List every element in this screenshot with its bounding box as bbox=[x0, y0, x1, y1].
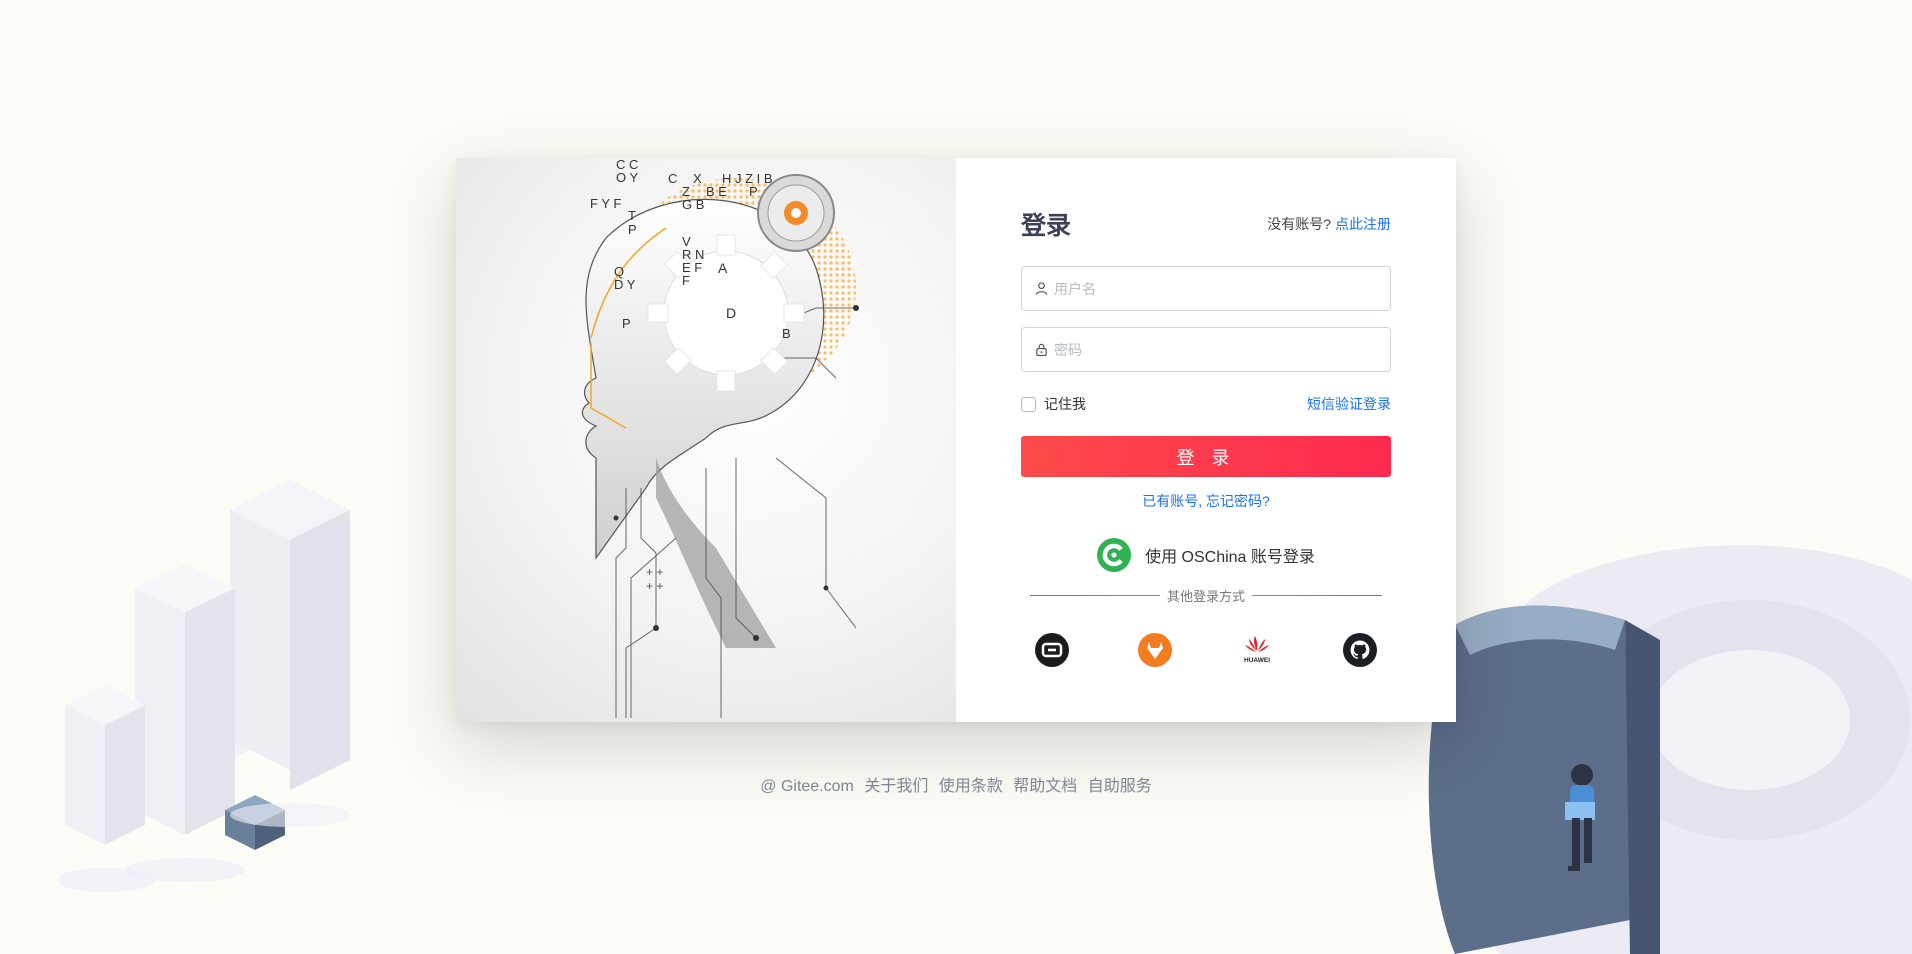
hero-letters-20: B bbox=[782, 326, 791, 341]
hero-letters-11: T bbox=[628, 208, 636, 223]
svg-text:+ +: + + bbox=[646, 565, 663, 579]
svg-text:+ +: + + bbox=[646, 579, 663, 593]
forgot-password-link[interactable]: 已有账号, 忘记密码? bbox=[1142, 493, 1270, 509]
page-footer: @ Gitee.com 关于我们 使用条款 帮助文档 自助服务 bbox=[0, 772, 1912, 796]
ring-and-person-illustration bbox=[1428, 545, 1912, 954]
ai-head-graphic: A D C C O Y C X H J Z I B Z B E P G B F … bbox=[581, 158, 859, 718]
github-login-button[interactable] bbox=[1342, 632, 1377, 672]
login-form: 登录 没有账号? 点此注册 用户名 记住我 短信验证登录 登 录 已有账号, 忘… bbox=[1021, 206, 1391, 669]
oschina-icon bbox=[1097, 538, 1132, 572]
github-icon bbox=[1342, 632, 1377, 672]
hero-letters-19: P bbox=[622, 316, 631, 331]
hero-letters-5: H J Z I B bbox=[722, 171, 773, 186]
hero-letters-8: P bbox=[749, 184, 758, 199]
hero-letters-2: O Y bbox=[616, 170, 638, 185]
isometric-blocks-illustration bbox=[60, 480, 350, 892]
password-field[interactable] bbox=[1021, 327, 1391, 372]
sms-login-link[interactable]: 短信验证登录 bbox=[1307, 394, 1391, 414]
gear-letter-d: D bbox=[726, 305, 736, 321]
footer-terms-link[interactable]: 使用条款 bbox=[939, 778, 1003, 795]
lock-icon bbox=[1034, 343, 1048, 357]
gear-letter-a: A bbox=[718, 260, 728, 276]
user-icon bbox=[1034, 282, 1048, 296]
login-options-row: 记住我 短信验证登录 bbox=[1021, 394, 1391, 414]
page-title: 登录 bbox=[1021, 212, 1072, 240]
oschina-login-label: 使用 OSChina 账号登录 bbox=[1145, 549, 1315, 566]
login-button[interactable]: 登 录 bbox=[1021, 436, 1391, 477]
footer-about-link[interactable]: 关于我们 bbox=[864, 778, 928, 795]
hero-letters-9: G B bbox=[682, 197, 704, 212]
aliyun-icon bbox=[1035, 632, 1069, 672]
hero-letters-18: D Y bbox=[614, 277, 636, 292]
register-hint: 没有账号? bbox=[1267, 216, 1331, 232]
huawei-login-button[interactable]: HUAWEI bbox=[1240, 635, 1274, 669]
huawei-icon: HUAWEI bbox=[1238, 631, 1276, 674]
username-input[interactable] bbox=[1054, 268, 1390, 309]
aliyun-login-button[interactable] bbox=[1035, 632, 1069, 672]
login-card: A D C C O Y C X H J Z I B Z B E P G B F … bbox=[456, 158, 1456, 722]
huawei-wordmark: HUAWEI bbox=[1244, 657, 1270, 664]
hero-letters-3: C bbox=[668, 171, 677, 186]
hero-letters-4: X bbox=[693, 171, 702, 186]
hero-letters-12: P bbox=[628, 222, 637, 237]
oschina-login-button[interactable]: 使用 OSChina 账号登录 bbox=[1021, 537, 1391, 573]
gitlab-icon bbox=[1137, 632, 1172, 672]
forgot-password-row: 已有账号, 忘记密码? bbox=[1021, 491, 1391, 511]
divider-line-left bbox=[1029, 594, 1160, 596]
footer-help-link[interactable]: 帮助文档 bbox=[1013, 778, 1077, 795]
gitlab-login-button[interactable] bbox=[1137, 632, 1172, 672]
footer-copyright: @ Gitee.com bbox=[760, 778, 854, 795]
remember-me-toggle[interactable]: 记住我 bbox=[1021, 394, 1086, 414]
remember-me-label: 记住我 bbox=[1044, 396, 1086, 412]
login-form-panel: 登录 没有账号? 点此注册 用户名 记住我 短信验证登录 登 录 已有账号, 忘… bbox=[956, 158, 1456, 722]
register-hint-group: 没有账号? 点此注册 bbox=[1267, 214, 1391, 234]
form-header: 登录 没有账号? 点此注册 bbox=[1021, 206, 1391, 242]
password-input[interactable] bbox=[1054, 329, 1390, 370]
hero-letters-7: B E bbox=[706, 184, 727, 199]
divider-line-right bbox=[1252, 594, 1382, 596]
username-field[interactable] bbox=[1021, 266, 1391, 311]
footer-self-service-link[interactable]: 自助服务 bbox=[1088, 778, 1152, 795]
other-methods-divider: 其他登录方式 bbox=[1021, 585, 1391, 605]
other-methods-label: 其他登录方式 bbox=[1166, 588, 1245, 604]
remember-me-checkbox[interactable] bbox=[1021, 396, 1036, 412]
hero-letters-10: F Y F bbox=[590, 196, 621, 211]
hero-letters-16: F bbox=[682, 273, 690, 288]
ai-head-illustration: A D C C O Y C X H J Z I B Z B E P G B F … bbox=[456, 158, 956, 722]
login-page: A D C C O Y C X H J Z I B Z B E P G B F … bbox=[0, 0, 1912, 954]
third-party-providers: HUAWEI bbox=[1021, 632, 1391, 672]
register-link[interactable]: 点此注册 bbox=[1335, 216, 1391, 232]
